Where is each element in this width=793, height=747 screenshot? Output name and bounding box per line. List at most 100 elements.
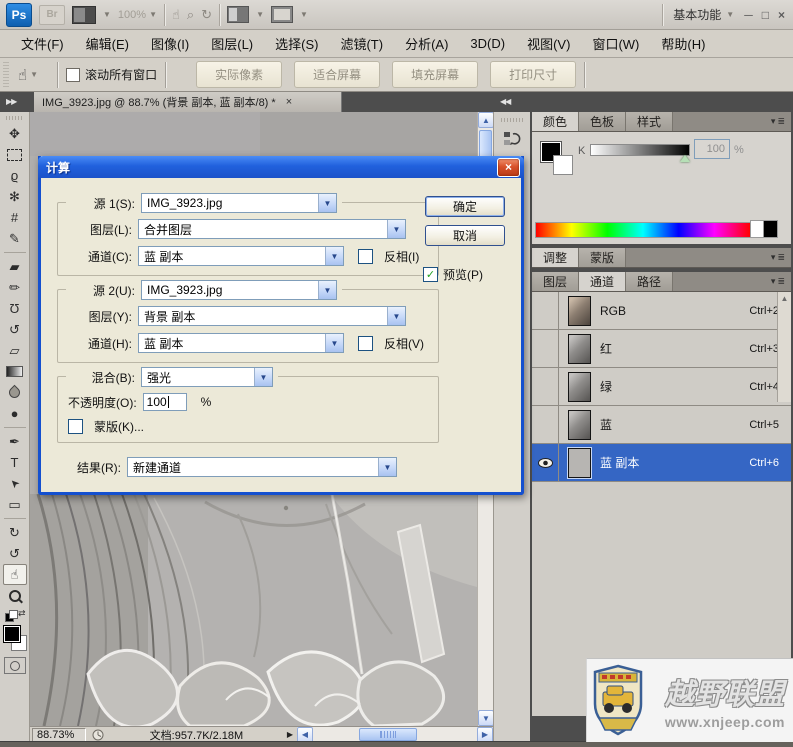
view-extras-icon[interactable] bbox=[72, 6, 96, 24]
source1-layer-select[interactable]: 合并图层 ▼ bbox=[138, 219, 406, 239]
source1-channel-select[interactable]: 蓝 副本 ▼ bbox=[138, 246, 344, 266]
k-slider-thumb-icon[interactable] bbox=[680, 155, 690, 162]
source2-invert-checkbox[interactable] bbox=[358, 336, 373, 351]
rect-marquee-tool[interactable] bbox=[3, 144, 27, 165]
zoom-nav-icon[interactable]: ⌕ bbox=[187, 8, 194, 21]
3d-rotate-tool[interactable]: ↻ bbox=[3, 522, 27, 543]
hscroll-thumb[interactable] bbox=[359, 728, 417, 741]
bridge-icon[interactable]: Br bbox=[39, 5, 65, 25]
hand-tool[interactable]: ☝ bbox=[3, 564, 27, 585]
3d-orbit-tool[interactable]: ↺ bbox=[3, 543, 27, 564]
channels-scrollbar[interactable]: ▲ bbox=[777, 292, 791, 402]
eraser-tool[interactable]: ▱ bbox=[3, 340, 27, 361]
visibility-cell[interactable] bbox=[532, 406, 559, 443]
arrange-documents-icon[interactable] bbox=[227, 6, 249, 23]
ok-button[interactable]: 确定 bbox=[425, 196, 505, 217]
options-grip[interactable] bbox=[3, 62, 9, 88]
options-button-actual-pixels[interactable]: 实际像素 bbox=[196, 61, 282, 88]
color-tab-swatches[interactable]: 色板 bbox=[579, 112, 626, 131]
view-extras-caret-icon[interactable]: ▼ bbox=[103, 10, 111, 19]
source2-layer-select[interactable]: 背景 副本 ▼ bbox=[138, 306, 406, 326]
color-panel-menu-icon[interactable]: ▾≣ bbox=[765, 112, 791, 131]
options-button-fill-screen[interactable]: 填充屏幕 bbox=[392, 61, 478, 88]
path-select-tool[interactable]: ➤ bbox=[3, 473, 27, 494]
combo-arrow-icon[interactable]: ▼ bbox=[254, 368, 272, 386]
source1-select[interactable]: IMG_3923.jpg ▼ bbox=[141, 193, 337, 213]
screen-mode-caret-icon[interactable]: ▼ bbox=[300, 10, 308, 19]
menu-item-layer[interactable]: 图层(L) bbox=[200, 30, 264, 57]
strip-grip[interactable] bbox=[501, 118, 523, 122]
menu-item-select[interactable]: 选择(S) bbox=[264, 30, 329, 57]
scroll-all-windows-checkbox[interactable] bbox=[66, 68, 80, 82]
combo-arrow-icon[interactable]: ▼ bbox=[378, 458, 396, 476]
preview-checkbox[interactable]: ✓ bbox=[423, 267, 438, 282]
mask-checkbox[interactable] bbox=[68, 419, 83, 434]
channel-row-红[interactable]: 红Ctrl+3 bbox=[532, 330, 791, 368]
channel-row-蓝[interactable]: 蓝Ctrl+5 bbox=[532, 406, 791, 444]
color-spectrum-ramp[interactable] bbox=[535, 222, 751, 238]
pen-tool[interactable]: ✒ bbox=[3, 431, 27, 452]
channels-tab-layers[interactable]: 图层 bbox=[532, 272, 579, 291]
quick-mask-button[interactable] bbox=[4, 657, 26, 674]
menu-item-filter[interactable]: 滤镜(T) bbox=[329, 30, 394, 57]
gradient-tool[interactable] bbox=[3, 361, 27, 382]
menu-item-image[interactable]: 图像(I) bbox=[140, 30, 200, 57]
eyedropper-tool[interactable]: ✎ bbox=[3, 228, 27, 249]
k-slider[interactable] bbox=[590, 144, 690, 156]
default-colors-bg-icon[interactable] bbox=[9, 610, 18, 619]
visibility-cell[interactable] bbox=[532, 368, 559, 405]
adjust-tab-masks[interactable]: 蒙版 bbox=[579, 248, 626, 267]
dialog-close-button[interactable]: × bbox=[497, 158, 520, 177]
clone-stamp-tool[interactable]: Ω bbox=[3, 298, 27, 319]
move-tool[interactable]: ✥ bbox=[3, 123, 27, 144]
healing-brush-tool[interactable]: ▰ bbox=[3, 256, 27, 277]
combo-arrow-icon[interactable]: ▼ bbox=[325, 334, 343, 352]
lasso-tool[interactable]: ϱ bbox=[3, 165, 27, 186]
color-tab-styles[interactable]: 样式 bbox=[626, 112, 673, 131]
combo-arrow-icon[interactable]: ▼ bbox=[318, 194, 336, 212]
source1-invert-checkbox[interactable] bbox=[358, 249, 373, 264]
menu-item-edit[interactable]: 编辑(E) bbox=[75, 30, 140, 57]
close-button[interactable]: × bbox=[778, 8, 785, 22]
visibility-cell[interactable] bbox=[532, 444, 559, 481]
channel-row-绿[interactable]: 绿Ctrl+4 bbox=[532, 368, 791, 406]
spectrum-black-chip[interactable] bbox=[763, 220, 778, 238]
options-button-fit-screen[interactable]: 适合屏幕 bbox=[294, 61, 380, 88]
status-options-arrow-icon[interactable]: ▶ bbox=[287, 730, 293, 739]
menu-item-view[interactable]: 视图(V) bbox=[516, 30, 581, 57]
default-swap-colors-widget[interactable]: ⇄ bbox=[4, 610, 26, 622]
hand-tool-preset[interactable]: ☝ ▼ bbox=[13, 64, 43, 86]
shape-tool[interactable]: ▭ bbox=[3, 494, 27, 515]
history-brush-tool[interactable]: ↺ bbox=[3, 319, 27, 340]
background-color-swatch[interactable] bbox=[553, 155, 573, 175]
arrange-documents-caret-icon[interactable]: ▼ bbox=[256, 10, 264, 19]
history-panel-icon[interactable] bbox=[503, 130, 521, 148]
dialog-title-bar[interactable]: 计算 × bbox=[38, 156, 524, 178]
document-tab-close-icon[interactable]: × bbox=[286, 96, 292, 108]
color-tab-color[interactable]: 颜色 bbox=[532, 112, 579, 131]
tools-grip[interactable] bbox=[6, 116, 24, 120]
blend-select[interactable]: 强光 ▼ bbox=[141, 367, 273, 387]
foreground-swatch[interactable] bbox=[3, 625, 21, 643]
opacity-input[interactable]: 100 bbox=[143, 393, 187, 411]
channels-tab-channels[interactable]: 通道 bbox=[579, 272, 626, 291]
rotate-view-icon[interactable]: ↻ bbox=[201, 8, 212, 21]
k-value-input[interactable]: 100 bbox=[694, 139, 730, 159]
zoom-tool[interactable] bbox=[3, 585, 27, 606]
menu-item-window[interactable]: 窗口(W) bbox=[581, 30, 650, 57]
menu-item-file[interactable]: 文件(F) bbox=[10, 30, 75, 57]
dodge-tool[interactable]: ● bbox=[3, 403, 27, 424]
type-tool[interactable]: T bbox=[3, 452, 27, 473]
result-select[interactable]: 新建通道 ▼ bbox=[127, 457, 397, 477]
crop-tool[interactable]: # bbox=[3, 207, 27, 228]
options-button-print-size[interactable]: 打印尺寸 bbox=[490, 61, 576, 88]
workspace-switcher[interactable]: 基本功能 ▼ bbox=[673, 6, 734, 23]
visibility-cell[interactable] bbox=[532, 292, 559, 329]
visibility-cell[interactable] bbox=[532, 330, 559, 367]
brush-tool[interactable]: ✏ bbox=[3, 277, 27, 298]
channel-row-蓝 副本[interactable]: 蓝 副本Ctrl+6 bbox=[532, 444, 791, 482]
hand-nav-icon[interactable]: ☝ bbox=[172, 8, 180, 21]
minimize-button[interactable]: ─ bbox=[744, 8, 753, 22]
combo-arrow-icon[interactable]: ▼ bbox=[387, 307, 405, 325]
scroll-down-icon[interactable]: ▼ bbox=[478, 710, 494, 726]
